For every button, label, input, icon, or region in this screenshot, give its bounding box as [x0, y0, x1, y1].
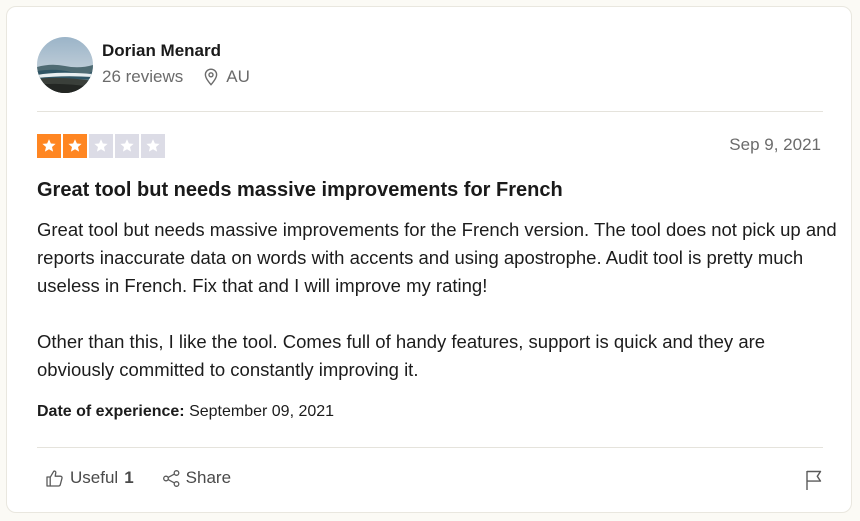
star-icon — [120, 139, 134, 152]
divider — [37, 111, 823, 112]
review-date: Sep 9, 2021 — [729, 135, 821, 154]
avatar-image — [37, 37, 93, 93]
review-paragraph: Great tool but needs massive improvement… — [37, 219, 837, 296]
review-actions: Useful 1 Share — [45, 468, 231, 488]
useful-count: 1 — [124, 468, 134, 487]
share-button[interactable]: Share — [162, 468, 231, 488]
star-filled — [63, 134, 87, 158]
share-icon — [162, 469, 180, 487]
reviewer-location: AU — [203, 67, 250, 87]
reviewer-country: AU — [226, 67, 250, 86]
experience-date: September 09, 2021 — [189, 403, 335, 420]
location-pin-icon — [204, 68, 218, 86]
review-count: 26 reviews — [102, 67, 184, 86]
star-filled — [37, 134, 61, 158]
review-title[interactable]: Great tool but needs massive improvement… — [37, 179, 563, 202]
date-of-experience: Date of experience: September 09, 2021 — [37, 403, 334, 421]
star-icon — [68, 139, 82, 152]
star-icon — [146, 139, 160, 152]
star-rating — [37, 134, 165, 158]
avatar[interactable] — [37, 37, 93, 93]
star-empty — [141, 134, 165, 158]
experience-label: Date of experience: — [37, 403, 185, 420]
thumbs-up-icon — [46, 469, 63, 487]
star-empty — [115, 134, 139, 158]
star-icon — [42, 139, 56, 152]
report-button[interactable] — [805, 469, 823, 496]
review-paragraph: Other than this, I like the tool. Comes … — [37, 331, 766, 380]
useful-button[interactable]: Useful 1 — [45, 468, 134, 488]
flag-icon — [806, 470, 822, 490]
review-card: Dorian Menard 26 reviews AU Sep 9, 2021 … — [6, 6, 852, 513]
review-body: Great tool but needs massive improvement… — [37, 216, 837, 384]
reviewer-meta: 26 reviews AU — [102, 67, 250, 87]
star-icon — [94, 139, 108, 152]
reviewer-name[interactable]: Dorian Menard — [102, 41, 221, 61]
star-empty — [89, 134, 113, 158]
divider — [37, 447, 823, 448]
share-label: Share — [185, 468, 232, 487]
useful-label: Useful — [70, 468, 119, 487]
